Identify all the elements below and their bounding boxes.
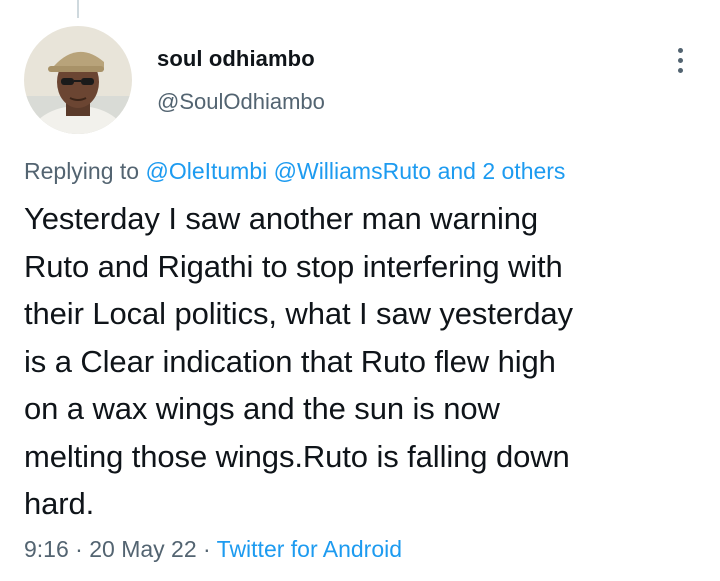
mention-link[interactable]: @OleItumbi — [145, 158, 267, 184]
tweet-source-link[interactable]: Twitter for Android — [217, 536, 402, 562]
tweet-text: Yesterday I saw another man warning Ruto… — [24, 201, 573, 521]
avatar-photo — [24, 26, 132, 134]
others-link[interactable]: and 2 others — [438, 158, 566, 184]
author-name[interactable]: soul odhiambo — [157, 46, 315, 72]
replying-prefix: Replying to — [24, 158, 140, 184]
more-vertical-icon-dot-3 — [677, 67, 683, 73]
thread-connector-line — [77, 0, 79, 18]
author-handle[interactable]: @SoulOdhiambo — [157, 89, 325, 115]
tweet-date[interactable]: 20 May 22 — [89, 536, 196, 562]
avatar[interactable] — [24, 26, 132, 134]
tweet-time[interactable]: 9:16 — [24, 536, 69, 562]
tweet-metadata: 9:16 · 20 May 22 · Twitter for Android — [24, 536, 402, 563]
meta-separator: · — [75, 536, 83, 562]
more-options-button[interactable] — [664, 42, 696, 78]
more-vertical-icon — [677, 47, 683, 53]
more-vertical-icon-dot-2 — [677, 57, 683, 63]
replying-to-line: Replying to @OleItumbi @WilliamsRuto and… — [24, 158, 565, 185]
mention-link[interactable]: @WilliamsRuto — [274, 158, 432, 184]
meta-separator: · — [203, 536, 211, 562]
